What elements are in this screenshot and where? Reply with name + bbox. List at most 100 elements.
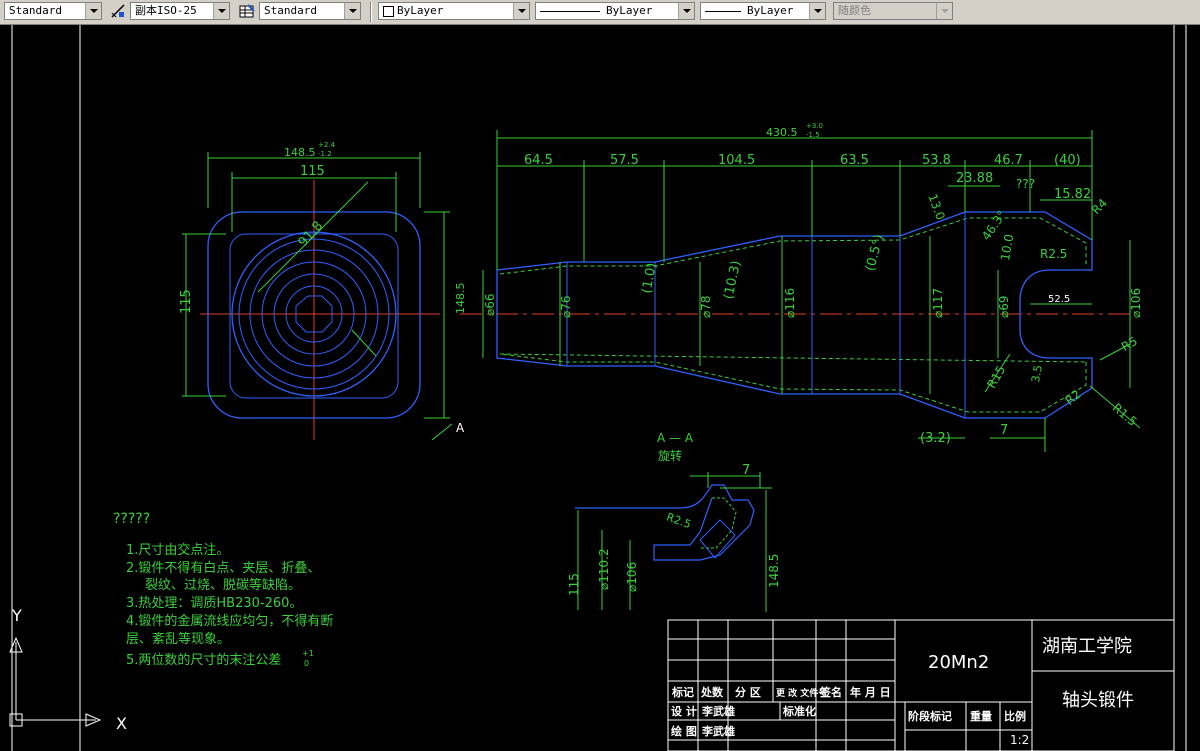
weight-label: 重量 [970, 709, 992, 723]
header-count: 处数 [700, 685, 724, 699]
note-tol-dn: 0 [304, 659, 309, 668]
text-style-value: Standard [9, 4, 62, 17]
dim-r15: R15 [984, 363, 1008, 390]
lineweight-dropdown[interactable]: ByLayer [700, 2, 826, 20]
plot-style-dropdown: 随颜色 [833, 2, 953, 20]
color-dropdown[interactable]: ByLayer [378, 2, 530, 20]
dim-left-height: 115 [179, 289, 194, 314]
dimension-style-icon[interactable] [110, 3, 126, 19]
material: 20Mn2 [928, 652, 989, 673]
section-dim-115: 115 [567, 573, 581, 596]
section-a-a: A — A 旋转 7 R2.5 115 ⌀110.2 ⌀106 148.5 [567, 431, 781, 612]
dim-r2-5: R2.5 [1040, 247, 1067, 261]
dim-style-value: 副本ISO-25 [135, 4, 197, 17]
dim-overall-tol-dn: -1.5 [806, 131, 820, 139]
header-mark: 标记 [671, 685, 694, 699]
section-title: A — A [657, 431, 694, 445]
dim-seg-2: 57.5 [610, 153, 639, 168]
chevron-down-icon[interactable] [678, 3, 694, 19]
view-marker-a: A [456, 421, 465, 435]
header-zone: 分 区 [735, 685, 761, 699]
ucs-icon [9, 636, 102, 727]
note-line-4: 3.热处理：调质HB230-260。 [126, 596, 302, 611]
dim-d66: ⌀66 [483, 294, 497, 317]
lineweight-sample [705, 11, 741, 12]
color-swatch-icon [383, 6, 394, 17]
note-line-5: 4.锻件的金属流线应均匀，不得有断 [126, 613, 333, 629]
dim-52-5: 52.5 [1048, 294, 1070, 305]
dim-d78: ⌀78 [699, 296, 713, 319]
dim-d116: ⌀116 [783, 288, 797, 318]
ucs-y-label: Y [11, 606, 22, 625]
dim-3-2: (3.2) [920, 431, 951, 446]
main-view: 430.5 +3.0 -1.5 64.5 57.5 104.5 63.5 53.… [460, 122, 1143, 452]
dim-15-82: 15.82 [1054, 187, 1091, 202]
note-line-6: 层、紊乱等现象。 [126, 631, 230, 647]
dim-overall: 430.5 [766, 126, 798, 139]
notes-header: ????? [113, 511, 150, 527]
text-style-dropdown[interactable]: Standard [4, 2, 102, 20]
section-dim-7: 7 [742, 463, 750, 478]
chevron-down-icon[interactable] [809, 3, 825, 19]
design-name: 李武雄 [701, 704, 735, 718]
note-tol-up: +1 [302, 649, 314, 658]
stage-label: 阶段标记 [908, 709, 952, 723]
dim-style-dropdown[interactable]: 副本ISO-25 [130, 2, 230, 20]
table-style-icon[interactable] [239, 3, 255, 19]
dim-23-88: 23.88 [956, 171, 993, 186]
dim-seg-3: 104.5 [718, 153, 755, 168]
school-name: 湖南工学院 [1042, 636, 1132, 657]
note-line-2: 2.锻件不得有白点、夹层、折叠、 [126, 560, 320, 576]
chevron-down-icon[interactable] [344, 3, 360, 19]
linetype-value: ByLayer [606, 4, 653, 17]
section-dim-d106: ⌀106 [625, 562, 639, 592]
part-name: 轴头锻件 [1062, 690, 1134, 711]
dim-top-width-tol-dn: -1.2 [318, 150, 332, 158]
dim-d76: ⌀76 [559, 296, 573, 319]
dim-seg-4: 63.5 [840, 153, 869, 168]
section-subtitle: 旋转 [658, 448, 682, 463]
note-line-7: 5.两位数的尺寸的末注公差 [126, 652, 281, 668]
chevron-down-icon[interactable] [513, 3, 529, 19]
draw-name: 李武雄 [701, 724, 735, 738]
dim-right-height: 148.5 [454, 283, 467, 315]
dim-angle-3: (0.5°) [863, 233, 887, 273]
chevron-down-icon[interactable] [213, 3, 229, 19]
linetype-sample [540, 11, 600, 12]
scale-label: 比例 [1004, 709, 1026, 723]
scale-value: 1:2 [1010, 733, 1029, 747]
dim-angle-6: 10.0 [998, 233, 1016, 262]
dim-overall-tol-up: +3.0 [806, 122, 823, 130]
title-block-text: 20Mn2 湖南工学院 轴头锻件 标记 处数 分 区 更 改 文件号 签名 年 … [671, 636, 1134, 747]
section-dim-d110-2: ⌀110.2 [597, 548, 611, 590]
dim-inner-width: 115 [300, 164, 325, 179]
dim-seg-7: (40) [1054, 153, 1081, 168]
dim-d69: ⌀69 [997, 296, 1011, 319]
color-value: ByLayer [397, 4, 444, 17]
dim-seg-1: 64.5 [524, 153, 553, 168]
dim-seg-5: 53.8 [922, 153, 951, 168]
dim-angle-1: (1.0) [640, 262, 660, 295]
table-style-value: Standard [264, 4, 317, 17]
design-label: 设 计 [671, 704, 697, 718]
chevron-down-icon[interactable] [85, 3, 101, 19]
linetype-dropdown[interactable]: ByLayer [535, 2, 695, 20]
toolbar-separator [370, 2, 372, 22]
plot-style-value: 随颜色 [838, 4, 871, 17]
dim-angle-2: (10.3) [721, 259, 744, 300]
dim-3-5: 3.5 [1029, 364, 1045, 383]
dim-angle-4: 13.0 [925, 192, 947, 222]
dim-seg-6: 46.7 [994, 153, 1023, 168]
table-style-dropdown[interactable]: Standard [259, 2, 361, 20]
section-dim-148-5: 148.5 [767, 554, 781, 588]
dim-7: 7 [1000, 423, 1008, 438]
dim-r5: R5 [1119, 334, 1140, 354]
note-line-1: 1.尺寸由交点注。 [126, 542, 229, 558]
std-label: 标准化 [782, 704, 816, 718]
dim-top-width-tol-up: +2.4 [318, 141, 336, 149]
lineweight-value: ByLayer [747, 4, 794, 17]
header-date: 年 月 日 [850, 685, 891, 699]
technical-notes: ????? 1.尺寸由交点注。 2.锻件不得有白点、夹层、折叠、 裂纹、过烧、脱… [113, 511, 333, 668]
drawing-canvas[interactable]: 148.5 +2.4 -1.2 115 91.8 115 148.5 A 430… [0, 25, 1200, 751]
end-view: 148.5 +2.4 -1.2 115 91.8 115 148.5 A [179, 141, 467, 441]
